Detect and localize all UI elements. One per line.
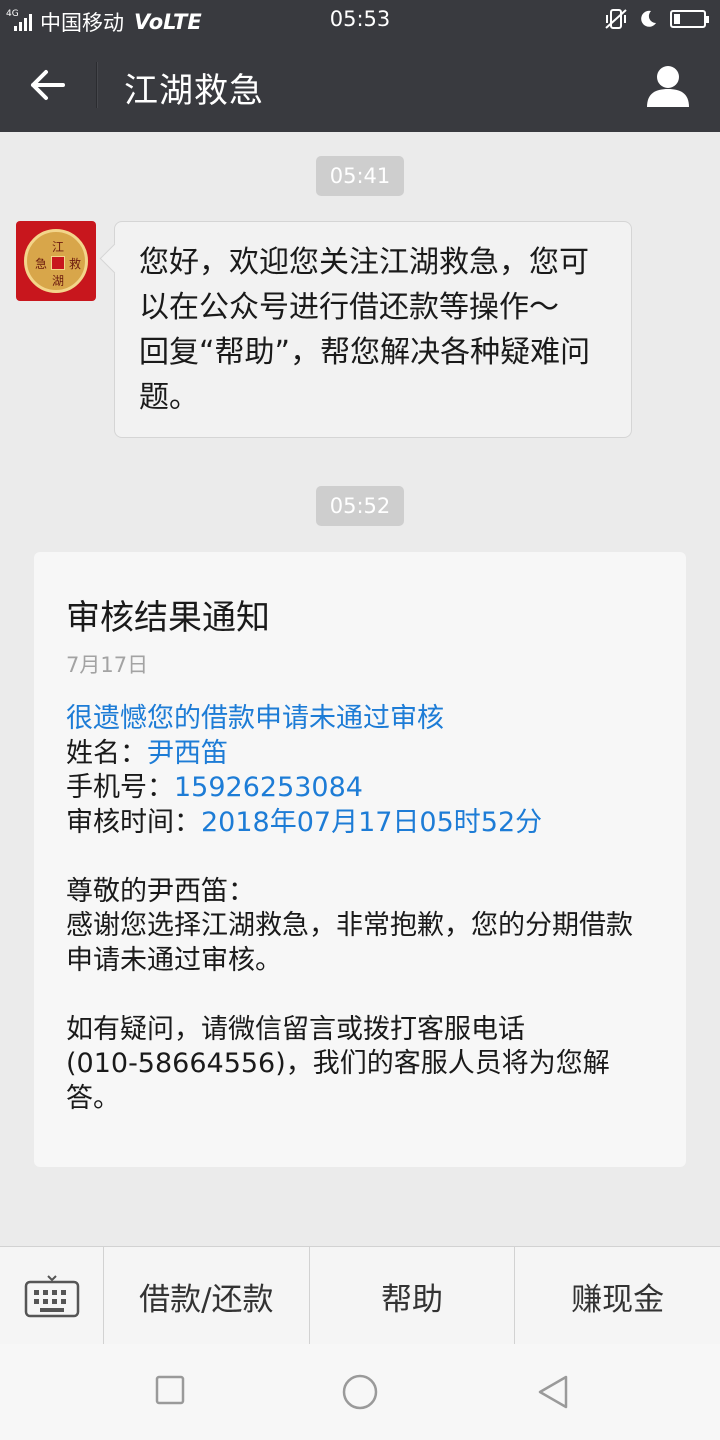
- avatar[interactable]: 江 湖 救 急: [16, 221, 96, 301]
- logo-char: 急: [35, 257, 48, 271]
- keyboard-toggle-button[interactable]: [0, 1247, 104, 1345]
- name-label: 姓名：: [66, 737, 147, 769]
- notification-card[interactable]: 审核结果通知 7月17日 很遗憾您的借款申请未通过审核 姓名：尹西笛 手机号：1…: [34, 552, 686, 1167]
- paragraph-line: 如有疑问，请微信留言或拨打客服电话: [66, 1013, 525, 1045]
- menu-item-help[interactable]: 帮助: [310, 1247, 516, 1345]
- card-title: 审核结果通知: [66, 598, 270, 638]
- timestamp-label: 05:41: [315, 156, 405, 196]
- greeting: 尊敬的尹西笛：: [66, 875, 255, 907]
- keyboard-icon: [24, 1275, 79, 1318]
- message-line: 以在公众号进行借还款等操作～: [139, 290, 559, 325]
- arrow-left-icon: [31, 70, 65, 100]
- phone-label: 手机号：: [66, 772, 174, 803]
- phone-row: 手机号：15926253084: [66, 771, 656, 806]
- battery-icon: [670, 10, 709, 28]
- card-body: 很遗憾您的借款申请未通过审核 姓名：尹西笛 手机号：15926253084 审核…: [66, 702, 656, 1116]
- paragraph-line: 感谢您选择江湖救急，非常抱歉，您的分期借款: [66, 910, 633, 941]
- person-icon: [647, 66, 689, 107]
- moon-icon: [641, 10, 656, 27]
- message-line: 您好，欢迎您关注江湖救急，您可: [139, 245, 589, 280]
- circle-icon[interactable]: [340, 1374, 380, 1410]
- logo-char: 湖: [52, 274, 65, 288]
- logo-char: 江: [52, 240, 65, 254]
- message-timestamp: 05:41: [0, 156, 720, 196]
- review-time-value: 2018年07月17日05时52分: [201, 806, 543, 838]
- title-divider: [96, 62, 97, 108]
- card-headline: 很遗憾您的借款申请未通过审核: [66, 703, 444, 734]
- message-timestamp: 05:52: [0, 486, 720, 526]
- phone-value[interactable]: 15926253084: [174, 772, 363, 803]
- review-time-label: 审核时间：: [66, 806, 201, 838]
- paragraph-line: 答。: [66, 1082, 120, 1114]
- message-bubble[interactable]: 您好，欢迎您关注江湖救急，您可 以在公众号进行借还款等操作～ 回复“帮助”，帮您…: [114, 221, 632, 438]
- page-title: 江湖救急: [124, 71, 264, 111]
- coin-logo-icon: 江 湖 救 急: [24, 229, 88, 293]
- square-icon[interactable]: [154, 1374, 186, 1406]
- message-line: 题。: [139, 380, 199, 415]
- review-time-row: 审核时间：2018年07月17日05时52分: [66, 806, 656, 841]
- paragraph-line: 申请未通过审核。: [66, 944, 282, 976]
- paragraph-line: (010-58664556)，我们的客服人员将为您解: [66, 1048, 610, 1079]
- menu-item-loan-repay[interactable]: 借款/还款: [104, 1247, 310, 1345]
- logo-char: 救: [69, 257, 82, 271]
- timestamp-label: 05:52: [315, 486, 405, 526]
- triangle-back-icon[interactable]: [536, 1374, 570, 1410]
- profile-button[interactable]: [644, 62, 692, 110]
- name-row: 姓名：尹西笛: [66, 737, 656, 772]
- title-bar: 江湖救急: [0, 38, 720, 132]
- card-date: 7月17日: [66, 653, 149, 677]
- message-line: 回复“帮助”，帮您解决各种疑难问: [139, 335, 591, 370]
- name-value: 尹西笛: [147, 737, 228, 769]
- back-button[interactable]: [20, 60, 76, 110]
- menu-bar: 借款/还款 帮助 赚现金: [0, 1246, 720, 1345]
- status-bar: 4G 中国移动 VoLTE 05:53: [0, 0, 720, 38]
- navigation-bar: [0, 1344, 720, 1440]
- menu-item-earn-cash[interactable]: 赚现金: [515, 1247, 720, 1345]
- vibrate-off-icon: [605, 9, 627, 29]
